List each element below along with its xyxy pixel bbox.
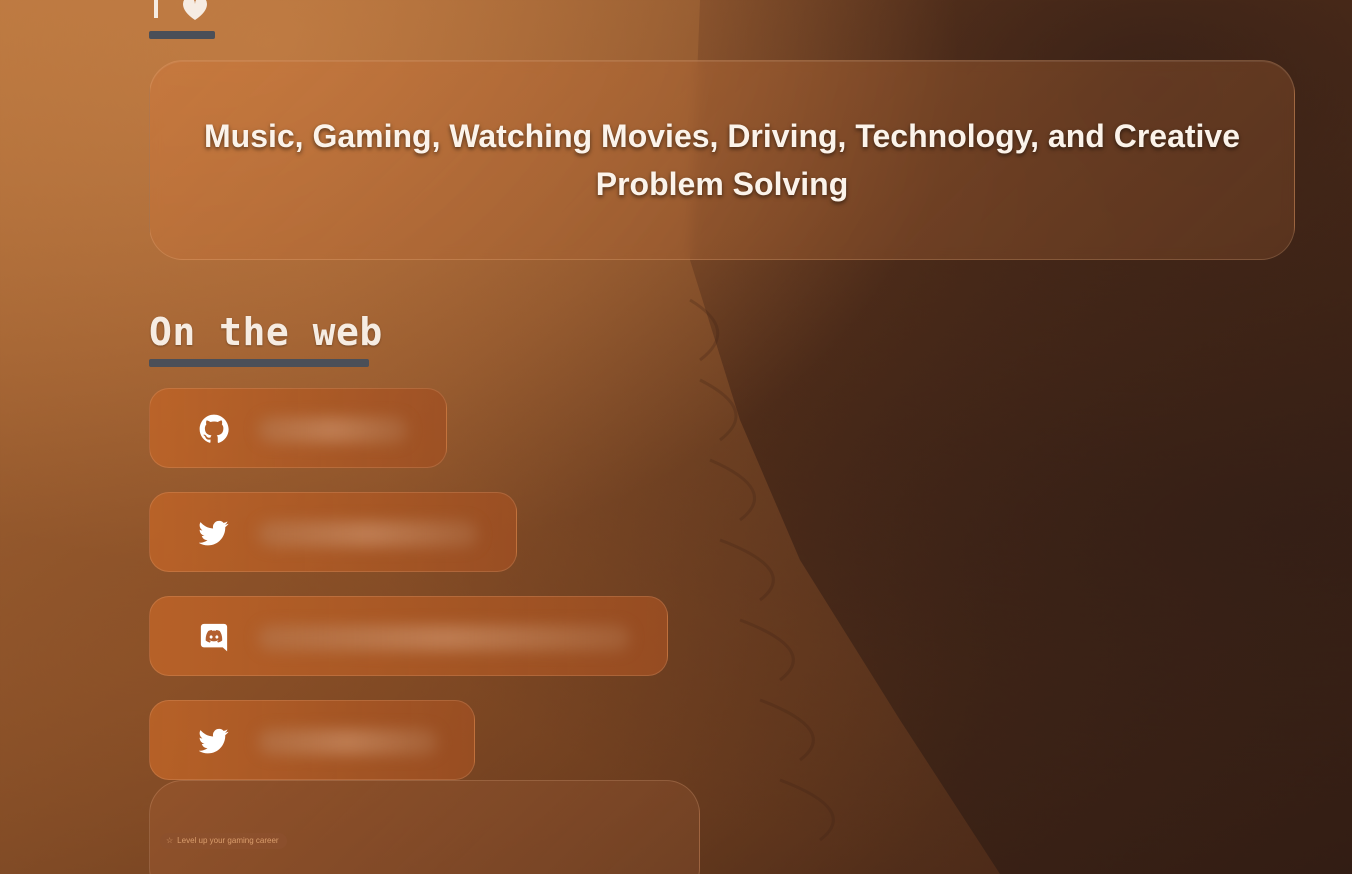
preview-badge-text: Level up your gaming career xyxy=(177,836,279,845)
link-label xyxy=(258,521,478,547)
twitter-icon xyxy=(198,517,230,549)
link-label xyxy=(258,417,408,443)
interests-card: Music, Gaming, Watching Movies, Driving,… xyxy=(149,60,1295,260)
link-label xyxy=(258,729,438,755)
heading-underline xyxy=(149,31,215,39)
star-icon: ☆ xyxy=(166,836,174,845)
twitter-link-card[interactable] xyxy=(149,492,517,572)
twitter-icon xyxy=(198,725,230,757)
interests-text: Music, Gaming, Watching Movies, Driving,… xyxy=(203,118,1240,202)
heading-partial xyxy=(149,0,215,20)
preview-card[interactable]: ☆ Level up your gaming career xyxy=(149,780,700,874)
discord-icon xyxy=(198,621,230,653)
github-link-card[interactable] xyxy=(149,388,447,468)
preview-badge: ☆ Level up your gaming career xyxy=(160,833,287,849)
section-title-on-the-web: On the web xyxy=(149,310,383,354)
section-underline xyxy=(149,359,369,367)
twitter-link-card-2[interactable] xyxy=(149,700,475,780)
discord-link-card[interactable] xyxy=(149,596,668,676)
link-label xyxy=(258,625,630,651)
github-icon xyxy=(198,413,230,445)
